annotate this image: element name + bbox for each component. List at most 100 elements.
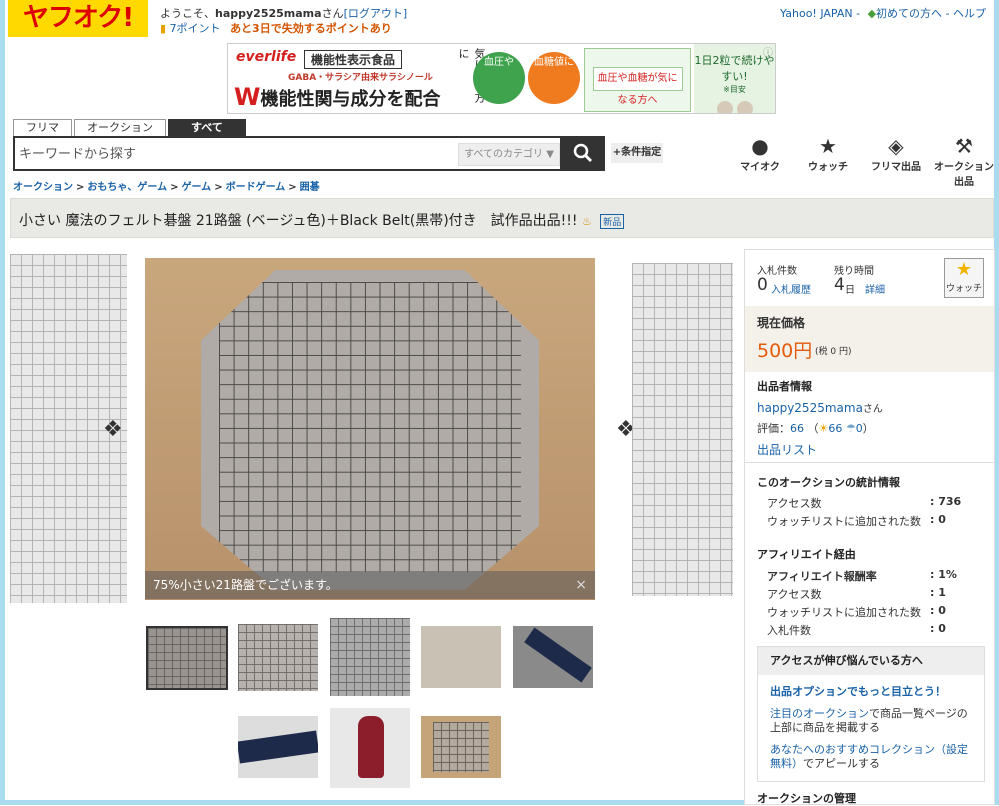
nav-watch[interactable]: ★ ウォッチ bbox=[795, 134, 861, 188]
thumbnail-3[interactable] bbox=[330, 618, 410, 696]
thumbnail-5[interactable] bbox=[513, 626, 593, 688]
gallery-next-image[interactable] bbox=[632, 263, 733, 596]
rating-link[interactable]: 66 bbox=[790, 422, 804, 435]
stat-value: : 0 bbox=[930, 513, 946, 526]
logout-link[interactable]: [ログアウト] bbox=[344, 7, 408, 20]
stat-label: ウォッチリストに追加された数 bbox=[767, 515, 921, 528]
breadcrumb: オークション > おもちゃ、ゲーム > ゲーム > ボードゲーム > 囲碁 bbox=[13, 182, 320, 193]
search-icon bbox=[573, 143, 592, 163]
top-links: Yahoo! JAPAN - ◆初めての方へ - ヘルプ bbox=[780, 5, 986, 21]
affiliate-heading: アフィリエイト経由 bbox=[757, 548, 856, 561]
stat-value: : 736 bbox=[930, 495, 962, 508]
auction-info-panel: 入札件数 0 入札履歴 残り時間 4 日 詳細 ★ ウォッチ 現在価格 500円… bbox=[744, 249, 995, 805]
banner-category: 機能性表示食品 bbox=[304, 50, 403, 69]
thumbnail-7[interactable] bbox=[330, 708, 410, 788]
good-rating-link[interactable]: 66 bbox=[828, 422, 842, 435]
gavel-icon: ⚒ bbox=[955, 134, 973, 158]
watch-button[interactable]: ★ ウォッチ bbox=[944, 258, 984, 298]
ad-info-icon[interactable]: ⓘ bbox=[763, 44, 773, 59]
search-input[interactable] bbox=[15, 138, 459, 171]
thumbnail-4[interactable] bbox=[421, 626, 501, 688]
photo-caption: 75%小さい21路盤でございます。 × bbox=[145, 571, 595, 599]
beginners-link[interactable]: 初めての方へ - bbox=[876, 7, 949, 20]
seller-heading: 出品者情報 bbox=[757, 380, 812, 393]
affiliate-value: : 0 bbox=[930, 622, 946, 635]
manage-heading: オークションの管理 bbox=[757, 792, 856, 805]
help-link[interactable]: ヘルプ bbox=[953, 7, 986, 20]
banner-main: W機能性関与成分を配合 bbox=[234, 83, 441, 111]
seller-rating: 評価：66 （☀66 ☂0） bbox=[757, 422, 874, 435]
search-tabs: フリマ オークション すべて bbox=[13, 119, 248, 136]
breadcrumb-game[interactable]: ゲーム bbox=[181, 182, 211, 193]
banner-subtitle: GABA・サラシア由来サラシノール bbox=[288, 73, 433, 83]
bad-rating-icon: ☂ bbox=[845, 422, 856, 435]
stat-label: アクセス数 bbox=[767, 497, 822, 510]
new-badge: 新品 bbox=[600, 213, 625, 229]
breadcrumb-boardgame[interactable]: ボードゲーム bbox=[226, 182, 286, 193]
ad-banner[interactable]: everlife 機能性表示食品 GABA・サラシア由来サラシノール W機能性関… bbox=[227, 43, 776, 114]
boost-options-link[interactable]: 出品オプションでもっと目立とう！ bbox=[770, 685, 946, 698]
bid-history-link[interactable]: 入札履歴 bbox=[771, 281, 811, 296]
banner-brand: everlife bbox=[236, 49, 297, 65]
tab-furima[interactable]: フリマ bbox=[13, 119, 72, 136]
featured-auction-link[interactable]: 注目のオークション bbox=[770, 707, 869, 720]
seller-name-row: happy2525mamaさん bbox=[757, 401, 883, 415]
affiliate-label: ウォッチリストに追加された数 bbox=[767, 606, 921, 619]
breadcrumb-go[interactable]: 囲碁 bbox=[300, 182, 320, 193]
thumbnail-8[interactable] bbox=[421, 716, 501, 778]
chevron-down-icon: ▼ bbox=[546, 149, 554, 160]
points-warning[interactable]: あと3日で失効するポイントあり bbox=[230, 22, 392, 35]
gallery-prev-arrow-icon[interactable]: ❖ bbox=[103, 417, 123, 442]
affiliate-value: : 0 bbox=[930, 604, 946, 617]
tab-auction[interactable]: オークション bbox=[74, 119, 166, 136]
nav-myauction[interactable]: ● マイオク bbox=[727, 134, 793, 188]
banner-left: everlife 機能性表示食品 GABA・サラシア由来サラシノール W機能性関… bbox=[228, 44, 453, 113]
nav-auction-sell[interactable]: ⚒ オークション出品 bbox=[931, 134, 997, 188]
thumbnail-1[interactable] bbox=[146, 626, 228, 690]
person-icon: ● bbox=[751, 134, 769, 158]
go-board-image bbox=[201, 270, 539, 590]
welcome-text: ようこそ、happy2525mamaさん[ログアウト] bbox=[160, 5, 407, 21]
tab-all[interactable]: すべて bbox=[168, 119, 246, 136]
bids-count: 0 bbox=[757, 275, 768, 295]
time-left-unit: 日 bbox=[845, 285, 855, 296]
time-detail-link[interactable]: 詳細 bbox=[865, 281, 885, 296]
price-label: 現在価格 bbox=[757, 316, 806, 330]
breadcrumb-toys[interactable]: おもちゃ、ゲーム bbox=[87, 182, 167, 193]
thumbnail-6[interactable] bbox=[238, 716, 318, 778]
seller-listings-link[interactable]: 出品リスト bbox=[757, 441, 817, 458]
nav-furima-sell[interactable]: ◈ フリマ出品 bbox=[863, 134, 929, 188]
breadcrumb-auction[interactable]: オークション bbox=[13, 182, 73, 193]
item-title: 小さい 魔法のフェルト碁盤 21路盤 (ベージュ色)＋Black Belt(黒帯… bbox=[19, 210, 625, 230]
points-info: ▮ 7ポイント あと3日で失効するポイントあり bbox=[160, 20, 392, 36]
conditions-button[interactable]: +条件指定 bbox=[611, 143, 663, 163]
category-select[interactable]: すべてのカテゴリ ▼ bbox=[458, 143, 560, 166]
beginner-icon: ◆ bbox=[867, 7, 877, 20]
welcome-prefix: ようこそ、 bbox=[160, 7, 215, 20]
points-link[interactable]: 7ポイント bbox=[170, 22, 221, 35]
banner-circle-blood-pressure: 血圧や bbox=[473, 52, 525, 104]
username: happy2525mama bbox=[215, 7, 322, 20]
search-button[interactable] bbox=[560, 136, 605, 171]
affiliate-value: : 1 bbox=[930, 586, 946, 599]
close-icon[interactable]: × bbox=[575, 571, 587, 599]
main-photo[interactable] bbox=[145, 258, 595, 600]
thumbnail-2[interactable] bbox=[238, 624, 318, 691]
icon-nav: ● マイオク ★ ウォッチ ◈ フリマ出品 ⚒ オークション出品 bbox=[727, 134, 999, 188]
yahoo-japan-link[interactable]: Yahoo! JAPAN - bbox=[780, 7, 860, 20]
stats-heading: このオークションの統計情報 bbox=[757, 476, 900, 489]
boost-box: アクセスが伸び悩んでいる方へ 出品オプションでもっと目立とう！ 注目のオークショ… bbox=[757, 646, 985, 782]
affiliate-label: アフィリエイト報酬率 bbox=[767, 570, 877, 583]
time-left-value: 4 bbox=[834, 275, 845, 295]
star-icon: ★ bbox=[955, 259, 973, 280]
seller-name-link[interactable]: happy2525mama bbox=[757, 401, 863, 415]
bonus-icon: ♨ bbox=[581, 215, 592, 228]
affiliate-label: 入札件数 bbox=[767, 624, 811, 637]
price-tax: (税 0 円) bbox=[815, 347, 852, 357]
banner-product: 血圧や血糖が気になる方へ bbox=[584, 48, 691, 112]
bad-rating-link[interactable]: 0 bbox=[856, 422, 863, 435]
yahuoku-logo[interactable]: ヤフオク! bbox=[8, 0, 148, 37]
search-bar: すべてのカテゴリ ▼ bbox=[13, 136, 605, 171]
points-icon: ▮ bbox=[160, 22, 167, 35]
banner-circle-blood-sugar: 血糖値に bbox=[528, 52, 580, 104]
